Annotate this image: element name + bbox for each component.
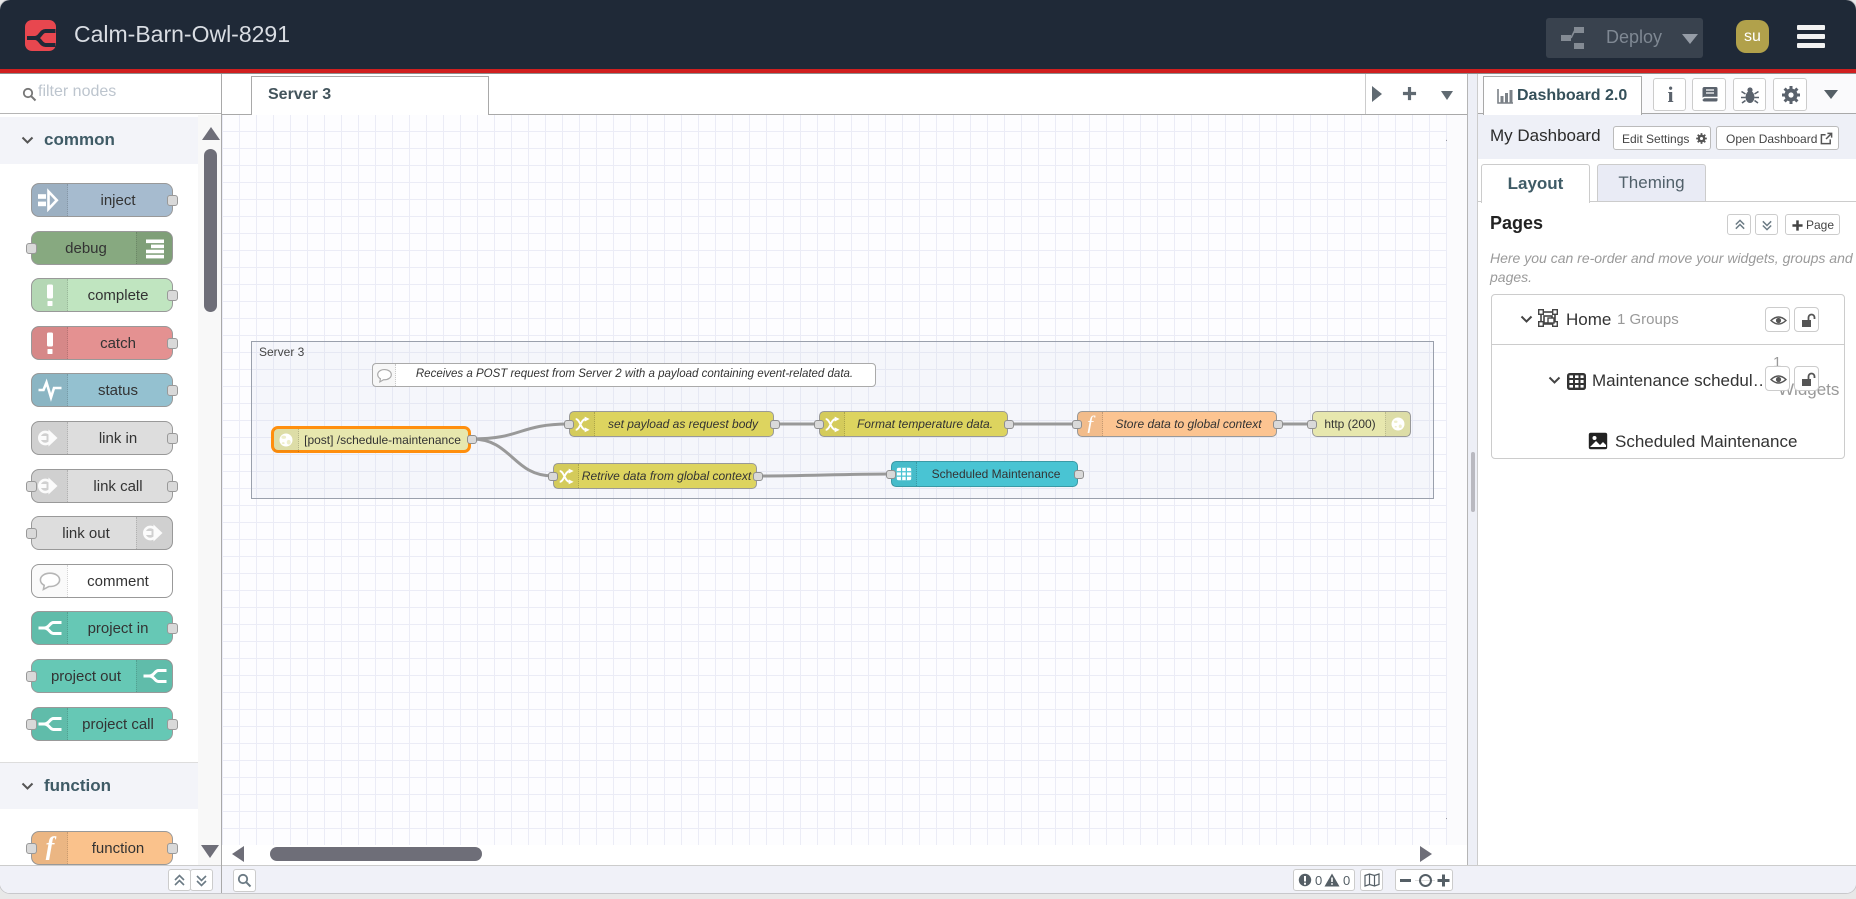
svg-text:f: f xyxy=(1087,415,1096,433)
svg-text:i: i xyxy=(1667,85,1673,106)
svg-text:f: f xyxy=(46,836,57,860)
